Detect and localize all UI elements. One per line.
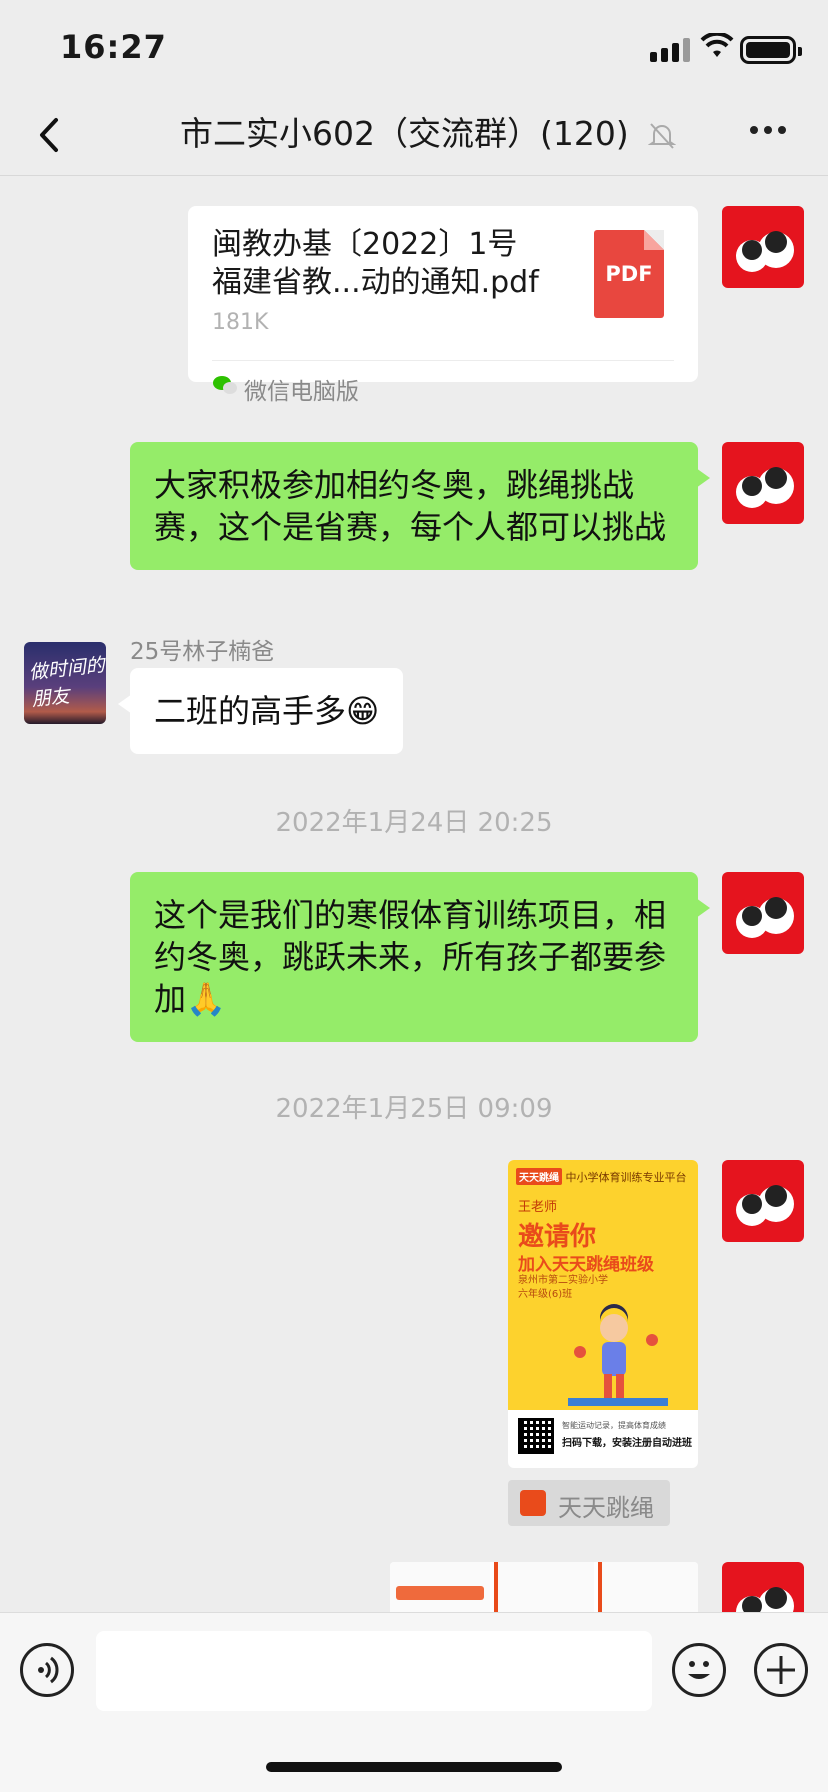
voice-icon xyxy=(38,1656,59,1684)
wifi-icon xyxy=(700,33,734,57)
plus-icon xyxy=(767,1656,795,1684)
emoji-button[interactable] xyxy=(672,1643,726,1697)
app-logo-icon xyxy=(520,1490,546,1516)
more-functions-button[interactable] xyxy=(754,1643,808,1697)
emoji-icon xyxy=(688,1661,710,1679)
more-options-icon[interactable] xyxy=(750,126,786,134)
mute-bell-icon xyxy=(648,123,676,149)
timestamp: 2022年1月24日 20:25 xyxy=(275,808,553,838)
poster-school: 泉州市第二实验小学 六年级(6)班 xyxy=(518,1275,608,1300)
wechat-icon xyxy=(213,376,237,394)
message-bubble-other[interactable]: 二班的高手多😁 xyxy=(117,668,404,754)
my-avatar[interactable] xyxy=(722,206,804,288)
message-input[interactable] xyxy=(96,1631,652,1711)
battery-icon xyxy=(740,36,802,64)
poster-brand: 天天跳绳 中小学体育训练专业平台 xyxy=(516,1168,687,1185)
status-time: 16:27 xyxy=(60,28,167,66)
back-icon[interactable] xyxy=(26,110,76,160)
file-source: 微信电脑版 xyxy=(244,379,359,405)
status-bar: 16:27 xyxy=(0,0,828,96)
my-avatar[interactable] xyxy=(722,1562,804,1612)
sender-name: 25号林子楠爸 xyxy=(130,639,275,665)
signal-icon xyxy=(650,38,690,62)
qr-code xyxy=(518,1418,554,1454)
jumping-girl-illustration xyxy=(568,1304,668,1406)
miniprogram-source[interactable]: 天天跳绳 xyxy=(508,1480,670,1526)
file-name: 闽教办基〔2022〕1号 福建省教...动的通知.pdf xyxy=(212,227,539,300)
pdf-icon: PDF xyxy=(594,230,664,318)
my-avatar[interactable] xyxy=(722,442,804,524)
chat-title: 市二实小602（交流群）(120) xyxy=(180,114,629,153)
image-message[interactable] xyxy=(390,1562,698,1612)
my-avatar[interactable] xyxy=(722,1160,804,1242)
voice-input-button[interactable] xyxy=(20,1643,74,1697)
poster-subline: 加入天天跳绳班级 xyxy=(518,1255,654,1275)
file-message[interactable]: 闽教办基〔2022〕1号 福建省教...动的通知.pdf PDF 181K 微信… xyxy=(188,206,698,405)
file-size: 181K xyxy=(212,310,269,335)
poster-teacher: 王老师 xyxy=(518,1200,558,1215)
message-bubble-me[interactable]: 这个是我们的寒假体育训练项目，相约冬奥，跳跃未来，所有孩子都要参加🙏 xyxy=(130,872,710,1042)
message-bubble-me[interactable]: 大家积极参加相约冬奥，跳绳挑战赛，这个是省赛，每个人都可以挑战 xyxy=(130,442,710,570)
timestamp: 2022年1月25日 09:09 xyxy=(275,1094,553,1124)
message-list[interactable]: 闽教办基〔2022〕1号 福建省教...动的通知.pdf PDF 181K 微信… xyxy=(0,176,828,1612)
my-avatar[interactable] xyxy=(722,872,804,954)
sender-avatar[interactable]: 做时间的朋友 xyxy=(24,642,106,724)
chat-header: 市二实小602（交流群）(120) xyxy=(0,96,828,176)
poster-headline: 邀请你 xyxy=(518,1222,597,1252)
miniprogram-card[interactable]: 天天跳绳 中小学体育训练专业平台 王老师 邀请你 加入天天跳绳班级 泉州市第二实… xyxy=(508,1160,698,1468)
home-indicator xyxy=(266,1762,562,1772)
